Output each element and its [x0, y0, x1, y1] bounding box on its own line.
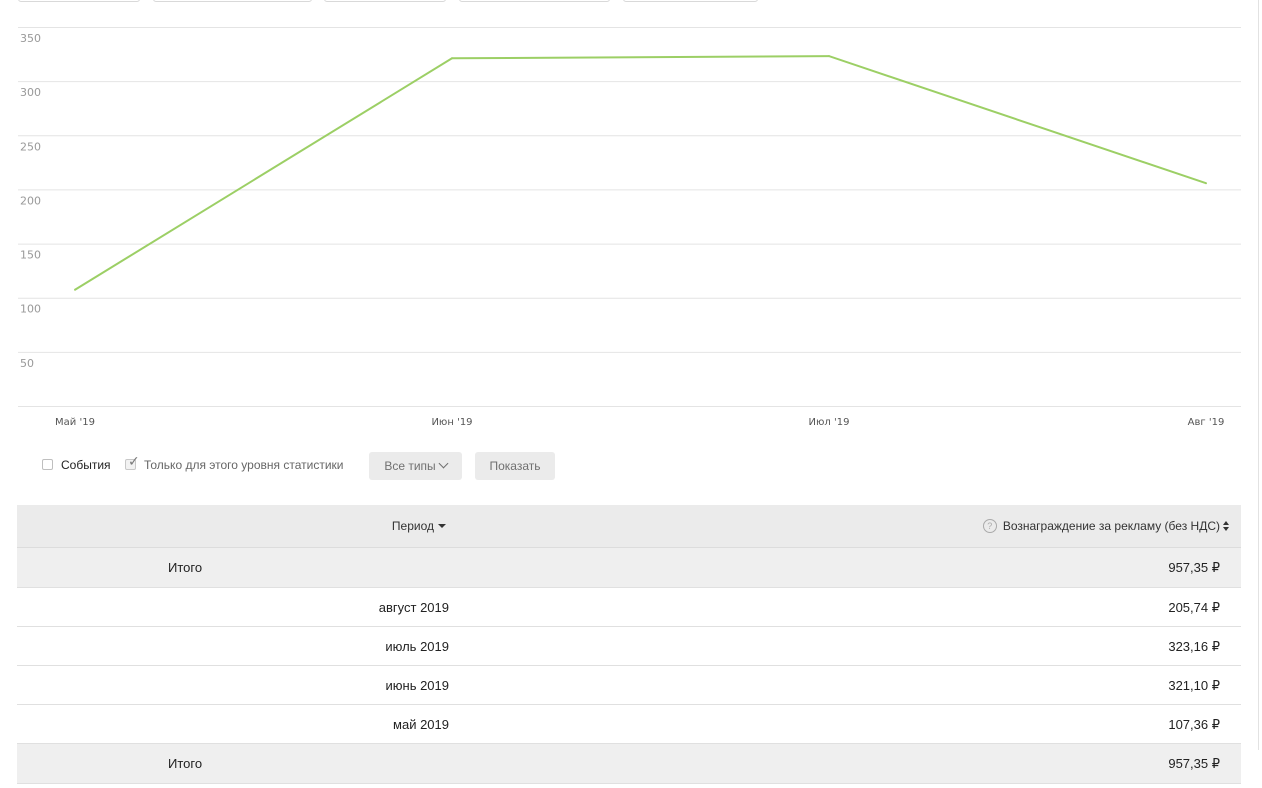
y-tick-label: 50	[20, 357, 34, 370]
sort-desc-icon	[438, 524, 446, 528]
only-level-label: Только для этого уровня статистики	[144, 458, 344, 472]
row-value: 321,10 ₽	[1168, 678, 1220, 693]
table-row: август 2019 205,74 ₽	[17, 588, 1241, 627]
row-period: июль 2019	[385, 639, 449, 654]
chart-series	[74, 55, 1207, 291]
chart-controls: События ✓ Только для этого уровня статис…	[0, 450, 1262, 482]
footer-value: 957,35 ₽	[1168, 756, 1220, 771]
total-label: Итого	[168, 560, 203, 575]
data-point[interactable]	[451, 57, 453, 60]
table-row: июнь 2019 321,10 ₽	[17, 666, 1241, 705]
events-checkbox[interactable]	[42, 459, 53, 470]
checkmark-icon: ✓	[128, 454, 140, 470]
footer-label: Итого	[168, 756, 203, 771]
table-row: май 2019 107,36 ₽	[17, 705, 1241, 744]
row-value: 107,36 ₽	[1168, 717, 1220, 732]
data-point[interactable]	[1205, 182, 1207, 185]
types-dropdown-label: Все типы	[384, 459, 436, 473]
chart-x-axis: Май '19 Июн '19 Июл '19 Авг '19	[55, 417, 1224, 428]
stats-table: Период ? Вознаграждение за рекламу (без Н…	[17, 505, 1241, 784]
only-level-checkbox[interactable]: ✓	[125, 455, 140, 470]
column-header-reward-label: Вознаграждение за рекламу (без НДС)	[1002, 519, 1220, 533]
column-header-period[interactable]: Период	[392, 519, 446, 533]
chart-grid	[18, 27, 1241, 407]
y-tick-label: 150	[20, 249, 41, 262]
table-header: Период ? Вознаграждение за рекламу (без Н…	[17, 505, 1241, 548]
sort-icon	[1223, 521, 1229, 531]
help-icon[interactable]: ?	[982, 519, 997, 533]
row-period: май 2019	[393, 717, 449, 732]
row-period: июнь 2019	[385, 678, 450, 693]
show-button[interactable]: Показать	[475, 452, 555, 480]
y-tick-label: 350	[20, 32, 41, 45]
total-value: 957,35 ₽	[1168, 560, 1220, 575]
x-tick-label: Май '19	[55, 417, 95, 428]
y-tick-label: 250	[20, 140, 41, 153]
x-tick-label: Июн '19	[431, 417, 472, 428]
table-total-row: Итого 957,35 ₽	[17, 548, 1241, 588]
x-tick-label: Июл '19	[809, 417, 850, 428]
chart-y-axis: 50 100 150 200 250 300 350	[20, 32, 41, 370]
row-value: 205,74 ₽	[1168, 600, 1220, 615]
x-tick-label: Авг '19	[1188, 417, 1225, 428]
types-dropdown-button[interactable]: Все типы	[369, 452, 462, 480]
table-footer-row: Итого 957,35 ₽	[17, 744, 1241, 784]
column-header-period-label: Период	[391, 519, 434, 533]
row-period: август 2019	[378, 600, 449, 615]
y-tick-label: 200	[20, 194, 41, 207]
data-point[interactable]	[828, 55, 830, 58]
column-header-reward[interactable]: ? Вознаграждение за рекламу (без НДС)	[982, 519, 1229, 533]
table-row: июль 2019 323,16 ₽	[17, 627, 1241, 666]
y-tick-label: 300	[20, 86, 41, 99]
chevron-down-icon	[438, 458, 449, 469]
events-label: События	[61, 458, 111, 472]
y-tick-label: 100	[20, 303, 41, 316]
row-value: 323,16 ₽	[1168, 639, 1220, 654]
series-line	[74, 55, 1207, 291]
line-chart: 50 100 150 200 250 300 350 Май '19 Июн '19 Июл '…	[18, 27, 1241, 428]
data-point[interactable]	[74, 288, 76, 291]
